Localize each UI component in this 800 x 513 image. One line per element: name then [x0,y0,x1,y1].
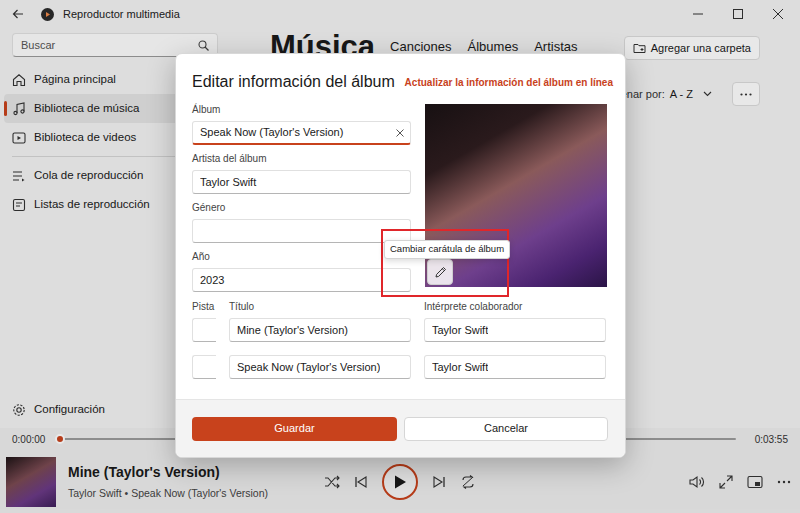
track-row: Speak Now (Taylor's Version) Taylor Swift [192,355,613,379]
pencil-icon [434,266,447,279]
track-title-input[interactable]: Mine (Taylor's Version) [229,318,411,342]
track-number-input[interactable] [192,355,216,379]
track-number-input[interactable] [192,318,216,342]
field-input[interactable] [192,219,411,243]
field-label: Género [192,201,411,215]
update-online-link[interactable]: Actualizar la información del álbum en l… [405,75,613,90]
track-list: Mine (Taylor's Version)Taylor SwiftSpeak… [192,318,613,379]
field-label: Artista del álbum [192,152,411,166]
album-cover [425,104,607,287]
dialog-top-grid: Álbum Speak Now (Taylor's Version) Artista… [192,103,613,292]
column-header: Pista [192,299,216,314]
save-button[interactable]: Guardar [192,417,397,441]
dialog-title: Editar información del álbum [192,70,395,94]
track-artist-input[interactable]: Taylor Swift [424,318,606,342]
cancel-button[interactable]: Cancelar [404,417,608,441]
track-artist: Taylor Swift [432,322,488,339]
form-field: Álbum Speak Now (Taylor's Version) [192,103,411,145]
track-artist-input[interactable]: Taylor Swift [424,355,606,379]
field-value: 2023 [200,272,404,289]
dialog-footer: Guardar Cancelar [176,399,625,457]
cancel-label: Cancelar [484,420,528,437]
change-cover-button[interactable] [427,259,453,285]
track-row: Mine (Taylor's Version) Taylor Swift [192,318,613,342]
dialog-header: Editar información del álbum Actualizar … [192,71,613,93]
cover-tooltip-text: Cambiar carátula de álbum [390,242,504,256]
field-value: Speak Now (Taylor's Version) [200,124,396,141]
form-field: Artista del álbum Taylor Swift [192,152,411,194]
track-header: Pista Título Intérprete colaborador [192,299,613,313]
track-title-input[interactable]: Speak Now (Taylor's Version) [229,355,411,379]
form-field: Género [192,201,411,243]
field-input[interactable]: Speak Now (Taylor's Version) [192,121,411,145]
save-label: Guardar [274,420,314,437]
field-label: Álbum [192,103,411,117]
track-title: Mine (Taylor's Version) [237,322,348,339]
field-label: Año [192,250,411,264]
clear-icon[interactable] [396,129,404,137]
form-field: Año 2023 [192,250,411,292]
field-list: Álbum Speak Now (Taylor's Version) Artista… [192,103,411,292]
column-header: Título [229,299,411,314]
field-input[interactable]: Taylor Swift [192,170,411,194]
field-value: Taylor Swift [200,174,404,191]
cover-tooltip: Cambiar carátula de álbum [384,240,510,259]
track-title: Speak Now (Taylor's Version) [237,359,380,376]
field-input[interactable]: 2023 [192,268,411,292]
dialog-body: Editar información del álbum Actualizar … [176,54,625,399]
track-artist: Taylor Swift [432,359,488,376]
column-header: Intérprete colaborador [424,299,606,314]
